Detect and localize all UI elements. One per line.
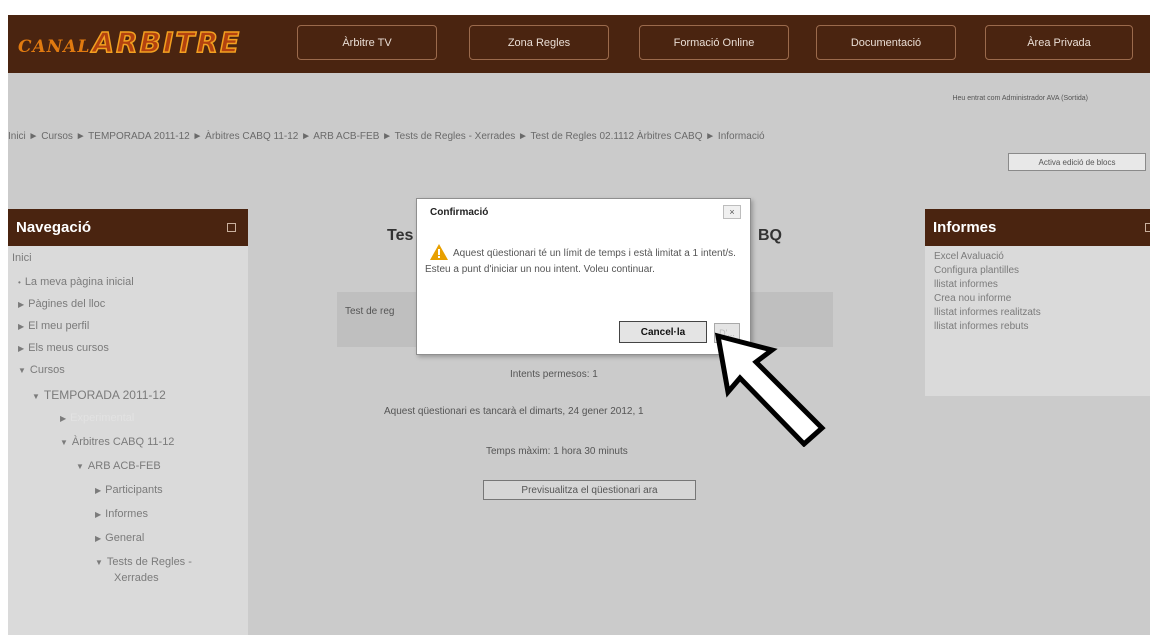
nav-item-site-pages[interactable]: Pàgines del lloc (28, 298, 105, 310)
reports-title: Informes (933, 219, 997, 236)
nav-item-home[interactable]: Inici (12, 252, 32, 264)
expand-right-icon[interactable]: ▶ (18, 344, 24, 353)
navigation-block-header: Navegació (8, 209, 248, 246)
quiz-intro-text: Test de reg (345, 306, 395, 317)
expand-right-icon[interactable]: ▶ (60, 414, 66, 423)
site-header: CANAL ARBITRE Àrbitre TV Zona Regles For… (8, 15, 1150, 73)
cancel-button[interactable]: Cancel·la (619, 321, 707, 343)
logo-arbitre: ARBITRE (92, 25, 242, 60)
nav-item-tests-regles[interactable]: Tests de Regles - (107, 556, 192, 568)
nav-item-my-home[interactable]: La meva pàgina inicial (25, 276, 134, 288)
nav-item-my-profile[interactable]: El meu perfil (28, 320, 89, 332)
nav-item-season[interactable]: TEMPORADA 2011-12 (44, 388, 166, 402)
nav-tab-area-privada[interactable]: Àrea Privada (985, 25, 1133, 60)
nav-tab-formacio-online[interactable]: Formació Online (639, 25, 789, 60)
expand-right-icon[interactable]: ▶ (18, 300, 24, 309)
time-limit: Temps màxim: 1 hora 30 minuts (486, 446, 628, 457)
login-info[interactable]: Heu entrat com Administrador AVA (Sortid… (952, 95, 1088, 102)
navigation-title: Navegació (16, 219, 92, 236)
breadcrumb[interactable]: Inici ► Cursos ► TEMPORADA 2011-12 ► Àrb… (8, 131, 765, 142)
expand-right-icon[interactable]: ▶ (95, 534, 101, 543)
quiz-title: Tes (387, 227, 414, 244)
nav-item-participants[interactable]: Participants (105, 484, 162, 496)
site-logo[interactable]: CANAL ARBITRE (18, 25, 242, 60)
expand-down-icon[interactable]: ▼ (18, 366, 26, 375)
dialog-title: Confirmació (430, 207, 489, 218)
quiz-close-date: Aquest qüestionari es tancarà el dimarts… (384, 406, 644, 417)
nav-item-experimental[interactable]: Experimental (70, 412, 134, 424)
attempts-allowed: Intents permesos: 1 (510, 369, 598, 380)
report-link-done[interactable]: llistat informes realitzats (934, 307, 1041, 318)
nav-item-general[interactable]: General (105, 532, 144, 544)
logo-canal: CANAL (18, 37, 91, 57)
expand-right-icon[interactable]: ▶ (18, 322, 24, 331)
block-toggle-icon[interactable] (227, 223, 236, 232)
report-link-excel[interactable]: Excel Avaluació (934, 251, 1004, 262)
block-toggle-icon[interactable] (1145, 223, 1150, 232)
expand-right-icon[interactable]: ▶ (95, 486, 101, 495)
bullet-icon: • (18, 278, 21, 287)
expand-down-icon[interactable]: ▼ (76, 462, 84, 471)
nav-tab-arbitre-tv[interactable]: Àrbitre TV (297, 25, 437, 60)
reports-block-header: Informes (925, 209, 1150, 246)
nav-tab-documentacio[interactable]: Documentació (816, 25, 956, 60)
expand-down-icon[interactable]: ▼ (95, 558, 103, 567)
nav-item-reports[interactable]: Informes (105, 508, 148, 520)
dialog-message: Aquest qüestionari té un límit de temps … (425, 248, 736, 275)
report-link-received[interactable]: llistat informes rebuts (934, 321, 1028, 332)
nav-item-arb-acb-feb[interactable]: ARB ACB-FEB (88, 460, 161, 472)
nav-item-xerrades[interactable]: Xerrades (114, 572, 159, 584)
expand-down-icon[interactable]: ▼ (60, 438, 68, 447)
edit-blocks-button[interactable]: Activa edició de blocs (1008, 153, 1146, 171)
expand-down-icon[interactable]: ▼ (32, 392, 40, 401)
quiz-title-end: BQ (758, 227, 782, 244)
pointer-arrow-icon (714, 332, 826, 447)
report-link-new[interactable]: Crea nou informe (934, 293, 1011, 304)
expand-right-icon[interactable]: ▶ (95, 510, 101, 519)
report-link-templates[interactable]: Configura plantilles (934, 265, 1019, 276)
nav-item-courses[interactable]: Cursos (30, 364, 65, 376)
nav-tab-zona-regles[interactable]: Zona Regles (469, 25, 609, 60)
close-icon[interactable]: × (723, 205, 741, 219)
report-link-list[interactable]: llistat informes (934, 279, 998, 290)
preview-quiz-button[interactable]: Previsualitza el qüestionari ara (483, 480, 696, 500)
reports-block: Informes Excel Avaluació Configura plant… (925, 209, 1150, 396)
nav-item-arbitres-cabq[interactable]: Àrbitres CABQ 11-12 (72, 436, 175, 448)
nav-item-my-courses[interactable]: Els meus cursos (28, 342, 109, 354)
